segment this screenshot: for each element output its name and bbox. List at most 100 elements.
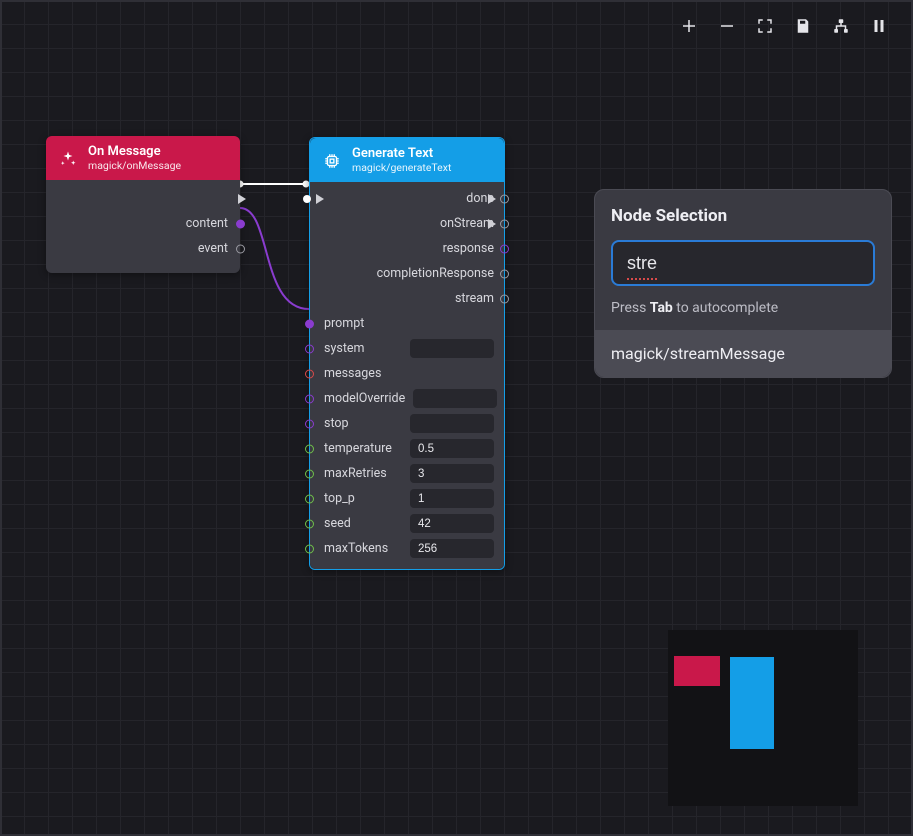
port-row: prompt [310,311,504,336]
exec-in-tri[interactable] [316,194,324,204]
port-row: top_p [310,486,504,511]
toolbar [677,14,891,38]
port-label: onStream [440,216,494,231]
node-title: Generate Text [352,147,451,162]
port-row: maxRetries [310,461,504,486]
port-label: response [443,241,494,256]
event-out-port[interactable] [236,244,245,253]
port-row: done [310,186,504,211]
port-label: maxRetries [324,466,387,481]
maxretries-input[interactable] [410,464,494,483]
response-out-port[interactable] [500,244,509,253]
maxretries-in-port[interactable] [305,469,314,478]
node-body: content event [46,180,240,273]
output-port-row [46,186,240,211]
sparkles-icon [58,149,78,169]
hint-key: Tab [650,300,673,316]
node-search-input[interactable] [611,240,875,286]
port-label: seed [324,516,351,531]
port-label: temperature [324,441,392,456]
pause-icon [870,17,888,35]
system-input[interactable] [410,339,494,358]
topp-in-port[interactable] [305,494,314,503]
node-title: On Message [88,145,181,160]
done-out-port[interactable] [500,194,509,203]
node-header[interactable]: On Message magick/onMessage [46,136,240,180]
hierarchy-icon [832,17,850,35]
node-subtitle: magick/generateText [352,162,451,174]
temperature-in-port[interactable] [305,444,314,453]
done-out-tri[interactable] [488,194,496,204]
port-row: modelOverride [310,386,504,411]
node-generate-text[interactable]: Generate Text magick/generateText done o… [309,137,505,570]
minimap[interactable] [668,630,858,806]
output-port-row: content [46,211,240,236]
port-label: completionResponse [377,266,494,281]
pause-button[interactable] [867,14,891,38]
search-result-item[interactable]: magick/streamMessage [595,330,891,377]
prompt-in-port[interactable] [305,319,314,328]
panel-title: Node Selection [611,206,875,226]
onstream-out-port[interactable] [500,219,509,228]
port-label: stream [455,291,494,306]
port-row: system [310,336,504,361]
completion-out-port[interactable] [500,269,509,278]
minus-icon [718,17,736,35]
port-row: seed [310,511,504,536]
port-label: maxTokens [324,541,388,556]
port-row: stop [310,411,504,436]
hint-suffix: to autocomplete [673,300,778,316]
port-label: messages [324,366,381,381]
messages-in-port[interactable] [305,369,314,378]
plus-icon [680,17,698,35]
seed-input[interactable] [410,514,494,533]
hint-prefix: Press [611,300,650,316]
layout-button[interactable] [829,14,853,38]
stop-input[interactable] [410,414,494,433]
port-label: top_p [324,491,355,506]
temperature-input[interactable] [410,439,494,458]
maxtokens-in-port[interactable] [305,544,314,553]
maxtokens-input[interactable] [410,539,494,558]
topp-input[interactable] [410,489,494,508]
minimap-node-generatetext [730,657,774,749]
fit-view-button[interactable] [753,14,777,38]
system-in-port[interactable] [305,344,314,353]
onstream-out-tri[interactable] [488,219,496,229]
node-on-message[interactable]: On Message magick/onMessage content even… [46,136,240,273]
autocomplete-hint: Press Tab to autocomplete [611,300,875,316]
port-label: prompt [324,316,364,331]
node-body: done onStream response completionRespons… [310,182,504,569]
save-icon [794,17,812,35]
port-row: maxTokens [310,536,504,561]
exec-in-port[interactable] [303,195,311,203]
port-row: temperature [310,436,504,461]
node-selection-panel[interactable]: Node Selection Press Tab to autocomplete… [594,189,892,378]
port-row: onStream [310,211,504,236]
node-subtitle: magick/onMessage [88,160,181,172]
node-header[interactable]: Generate Text magick/generateText [310,138,504,182]
port-row: completionResponse [310,261,504,286]
chip-icon [322,151,342,171]
port-row: stream [310,286,504,311]
minimap-node-onmessage [674,656,720,686]
modeloverride-input[interactable] [413,389,497,408]
port-row: messages [310,361,504,386]
port-label: content [186,216,228,231]
port-label: modelOverride [324,391,405,406]
stop-in-port[interactable] [305,419,314,428]
content-out-port[interactable] [236,219,245,228]
fit-icon [756,17,774,35]
save-button[interactable] [791,14,815,38]
exec-out-port[interactable] [238,194,246,204]
port-label: stop [324,416,349,431]
output-port-row: event [46,236,240,261]
stream-out-port[interactable] [500,294,509,303]
modeloverride-in-port[interactable] [305,394,314,403]
zoom-in-button[interactable] [677,14,701,38]
port-label: event [198,241,228,256]
port-row: response [310,236,504,261]
port-label: system [324,341,365,356]
zoom-out-button[interactable] [715,14,739,38]
seed-in-port[interactable] [305,519,314,528]
